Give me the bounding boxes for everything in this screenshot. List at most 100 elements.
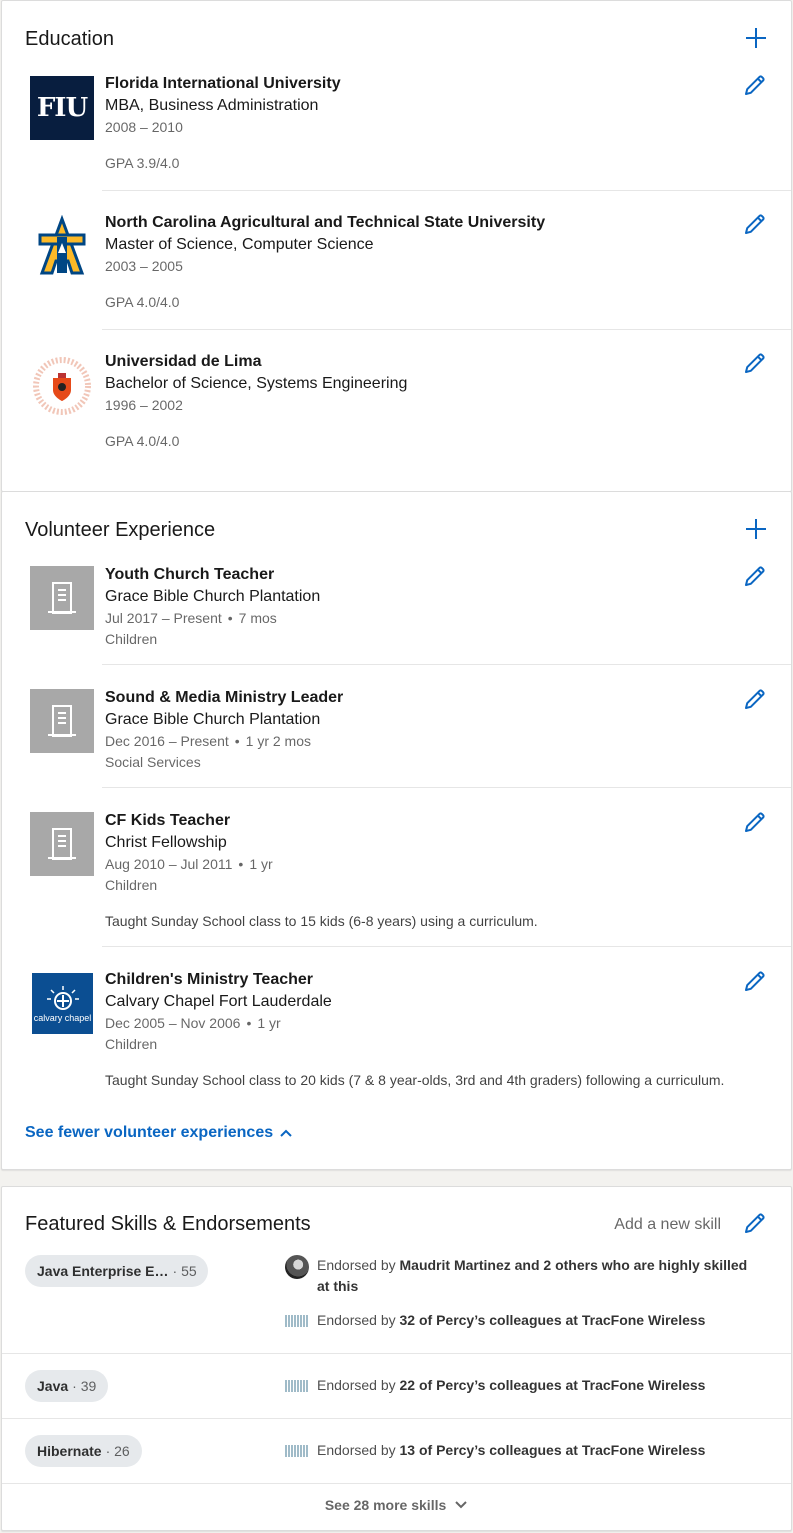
divider bbox=[102, 664, 791, 665]
company-logo-icon bbox=[285, 1375, 309, 1399]
date-range: Dec 2016 – Present bbox=[105, 733, 229, 749]
cause: Children bbox=[105, 877, 158, 893]
add-skill-button[interactable]: Add a new skill bbox=[614, 1216, 721, 1234]
endorser-text[interactable]: 13 of Percy’s colleagues at TracFone Wir… bbox=[400, 1442, 706, 1458]
endorsement-count: · 26 bbox=[105, 1443, 130, 1459]
role[interactable]: CF Kids Teacher bbox=[105, 810, 731, 832]
endorser-text[interactable]: 32 of Percy’s colleagues at TracFone Wir… bbox=[400, 1312, 706, 1328]
edit-pencil-icon[interactable] bbox=[743, 564, 767, 588]
description: Taught Sunday School class to 20 kids (7… bbox=[105, 1072, 725, 1088]
endorsement-count: · 39 bbox=[72, 1378, 97, 1394]
gpa: GPA 4.0/4.0 bbox=[105, 433, 180, 449]
description: Taught Sunday School class to 15 kids (6… bbox=[105, 913, 538, 929]
see-fewer-label: See fewer volunteer experiences bbox=[25, 1124, 274, 1141]
date-range: Aug 2010 – Jul 2011 bbox=[105, 856, 233, 872]
divider bbox=[102, 329, 791, 330]
cause: Children bbox=[105, 631, 158, 647]
school-name[interactable]: North Carolina Agricultural and Technica… bbox=[105, 212, 731, 234]
edit-pencil-icon[interactable] bbox=[743, 1211, 767, 1235]
divider bbox=[2, 1418, 791, 1419]
skills-title: Featured Skills & Endorsements bbox=[25, 1213, 311, 1235]
organization: Grace Bible Church Plantation bbox=[105, 588, 321, 605]
divider bbox=[102, 190, 791, 191]
duration: 1 yr bbox=[257, 1015, 281, 1031]
volunteer-section: Volunteer Experience Youth Church Teache… bbox=[1, 491, 792, 1170]
divider bbox=[102, 946, 791, 947]
skill-name: Hibernate bbox=[37, 1443, 102, 1459]
chevron-down-icon bbox=[455, 1501, 467, 1509]
endorser-avatar[interactable] bbox=[285, 1255, 309, 1279]
cause: Social Services bbox=[105, 754, 201, 770]
duration: 1 yr bbox=[249, 856, 273, 872]
date-range: Jul 2017 – Present bbox=[105, 610, 222, 626]
see-more-label: See 28 more skills bbox=[324, 1497, 447, 1513]
endorsed-by-label: Endorsed by bbox=[317, 1442, 396, 1458]
company-logo-icon bbox=[285, 1310, 309, 1334]
add-education-button[interactable] bbox=[745, 27, 767, 49]
endorsed-by-label: Endorsed by bbox=[317, 1377, 396, 1393]
see-fewer-volunteer-link[interactable]: See fewer volunteer experiences bbox=[25, 1124, 293, 1142]
dates: 2003 – 2005 bbox=[105, 258, 183, 274]
organization: Grace Bible Church Plantation bbox=[105, 711, 321, 728]
dates: Dec 2016 – Present • 1 yr 2 mos bbox=[105, 733, 312, 749]
dates: 1996 – 2002 bbox=[105, 397, 183, 413]
degree: Bachelor of Science, Systems Engineering bbox=[105, 375, 408, 392]
skills-section: Featured Skills & Endorsements Add a new… bbox=[1, 1186, 792, 1531]
calvary-chapel-logo: calvary chapel bbox=[32, 973, 93, 1034]
endorser-text[interactable]: 22 of Percy’s colleagues at TracFone Wir… bbox=[400, 1377, 706, 1393]
dates: Aug 2010 – Jul 2011 • 1 yr bbox=[105, 856, 273, 872]
edit-pencil-icon[interactable] bbox=[743, 73, 767, 97]
edit-pencil-icon[interactable] bbox=[743, 810, 767, 834]
degree: Master of Science, Computer Science bbox=[105, 236, 374, 253]
endorsement-line: Endorsed by 32 of Percy’s colleagues at … bbox=[285, 1310, 761, 1334]
skill-name: Java bbox=[37, 1378, 69, 1394]
building-icon bbox=[30, 812, 94, 876]
role[interactable]: Sound & Media Ministry Leader bbox=[105, 687, 731, 709]
universidad-de-lima-seal bbox=[32, 356, 92, 416]
role[interactable]: Youth Church Teacher bbox=[105, 564, 731, 586]
school-name[interactable]: Universidad de Lima bbox=[105, 351, 731, 373]
calvary-logo-text: calvary chapel bbox=[33, 1012, 92, 1023]
skill-name: Java Enterprise E… bbox=[37, 1263, 169, 1279]
endorsement-line: Endorsed by 22 of Percy’s colleagues at … bbox=[285, 1375, 761, 1399]
skill-pill[interactable]: Hibernate · 26 bbox=[25, 1435, 142, 1467]
divider bbox=[2, 1353, 791, 1354]
edit-pencil-icon[interactable] bbox=[743, 351, 767, 375]
dates: 2008 – 2010 bbox=[105, 119, 183, 135]
divider bbox=[102, 787, 791, 788]
skill-pill[interactable]: Java · 39 bbox=[25, 1370, 109, 1402]
date-range: Dec 2005 – Nov 2006 bbox=[105, 1015, 241, 1031]
chevron-up-icon bbox=[280, 1129, 292, 1137]
building-icon bbox=[30, 566, 94, 630]
gpa: GPA 3.9/4.0 bbox=[105, 155, 180, 171]
building-icon bbox=[30, 689, 94, 753]
endorsement-count: · 55 bbox=[172, 1263, 197, 1279]
edit-pencil-icon[interactable] bbox=[743, 969, 767, 993]
edit-pencil-icon[interactable] bbox=[743, 212, 767, 236]
role[interactable]: Children's Ministry Teacher bbox=[105, 969, 731, 991]
add-volunteer-button[interactable] bbox=[745, 518, 767, 540]
endorsed-by-label: Endorsed by bbox=[317, 1312, 396, 1328]
company-logo-icon bbox=[285, 1440, 309, 1464]
see-more-skills-button[interactable]: See 28 more skills bbox=[2, 1497, 791, 1513]
divider bbox=[2, 1483, 791, 1484]
school-name[interactable]: Florida International University bbox=[105, 73, 731, 95]
endorsed-by-label: Endorsed by bbox=[317, 1257, 396, 1273]
skill-pill[interactable]: Java Enterprise E… · 55 bbox=[25, 1255, 208, 1287]
duration: 1 yr 2 mos bbox=[245, 733, 312, 749]
duration: 7 mos bbox=[238, 610, 277, 626]
endorsement-line: Endorsed by Maudrit Martinez and 2 other… bbox=[285, 1255, 761, 1297]
organization: Calvary Chapel Fort Lauderdale bbox=[105, 993, 332, 1010]
ncat-logo bbox=[38, 215, 86, 275]
cause: Children bbox=[105, 1036, 158, 1052]
organization: Christ Fellowship bbox=[105, 834, 227, 851]
edit-pencil-icon[interactable] bbox=[743, 687, 767, 711]
education-title: Education bbox=[25, 28, 114, 50]
endorsement-line: Endorsed by 13 of Percy’s colleagues at … bbox=[285, 1440, 761, 1464]
fiu-logo: FIU bbox=[30, 76, 94, 140]
dates: Jul 2017 – Present • 7 mos bbox=[105, 610, 277, 626]
volunteer-title: Volunteer Experience bbox=[25, 519, 216, 541]
gpa: GPA 4.0/4.0 bbox=[105, 294, 180, 310]
dates: Dec 2005 – Nov 2006 • 1 yr bbox=[105, 1015, 281, 1031]
degree: MBA, Business Administration bbox=[105, 97, 319, 114]
